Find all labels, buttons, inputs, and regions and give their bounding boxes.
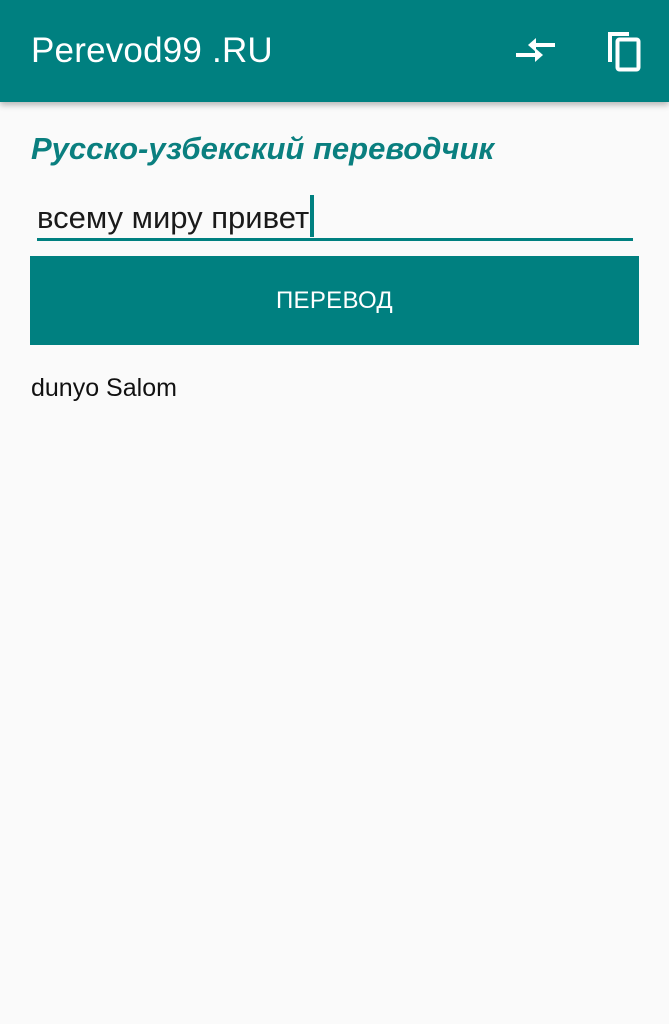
swap-icon xyxy=(516,38,555,62)
translation-result: dunyo Salom xyxy=(31,374,177,402)
app-title: Perevod99 .RU xyxy=(31,31,273,70)
source-text-input[interactable]: всему миру привет xyxy=(37,190,633,242)
swap-languages-button[interactable] xyxy=(508,28,562,74)
page-heading: Русско-узбекский переводчик xyxy=(31,131,495,166)
input-underline xyxy=(37,238,633,241)
text-cursor xyxy=(310,195,315,237)
translate-button[interactable]: ПЕРЕВОД xyxy=(30,256,639,345)
source-text-value: всему миру привет xyxy=(37,200,310,235)
copy-button[interactable] xyxy=(598,26,650,76)
copy-icon xyxy=(608,32,641,72)
app-bar: Perevod99 .RU xyxy=(0,0,669,102)
